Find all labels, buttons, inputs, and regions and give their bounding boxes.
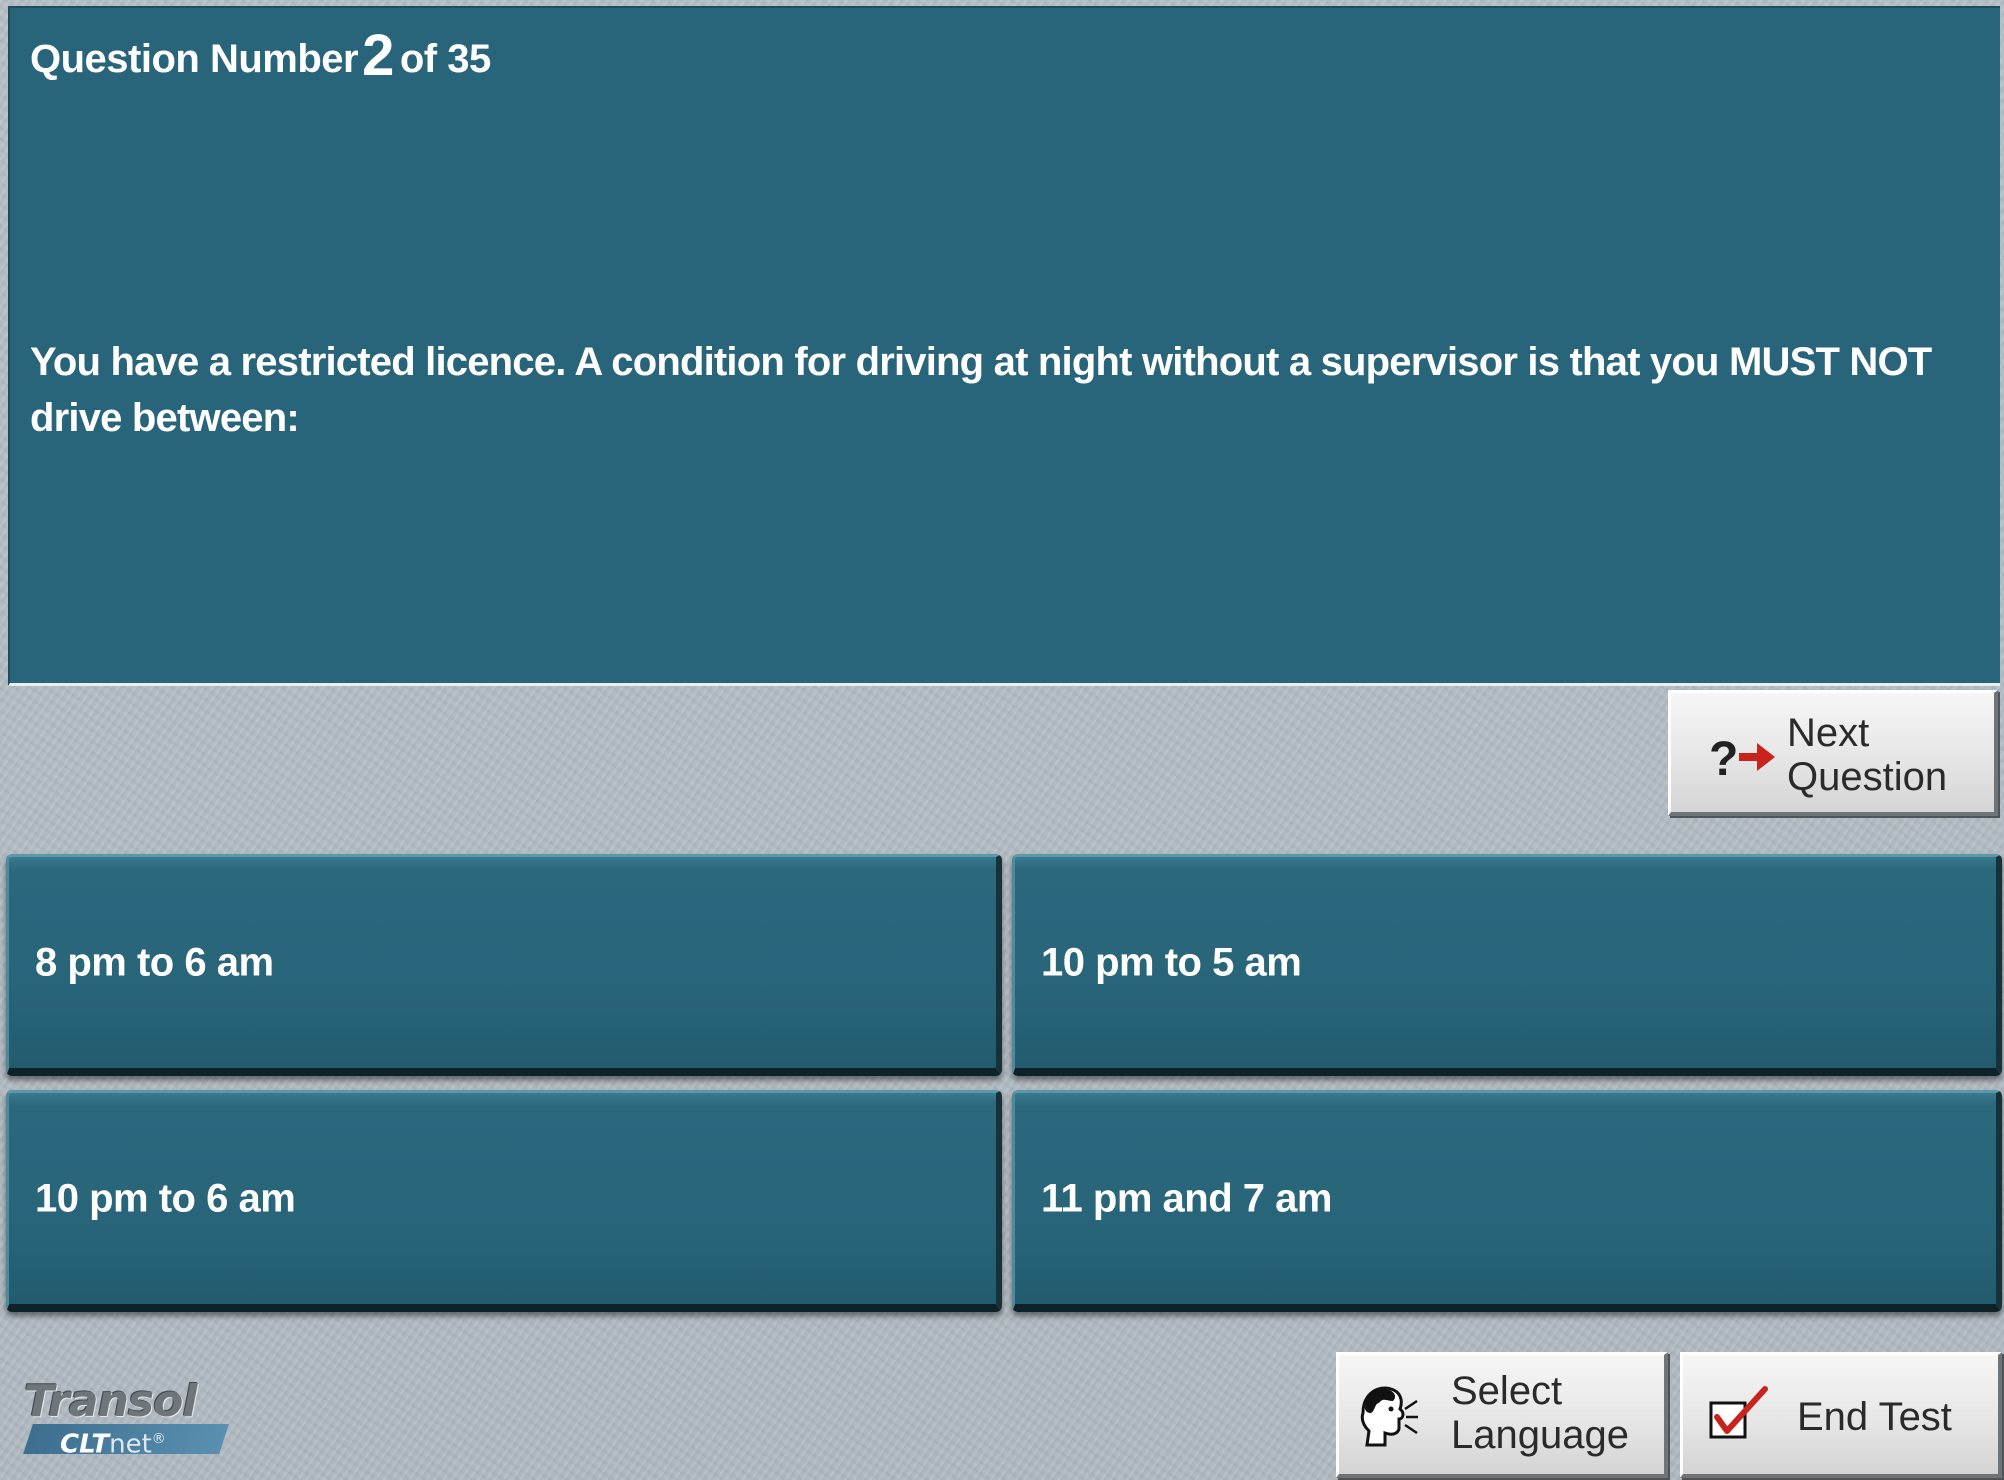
logo-sub-bold: CLT — [60, 1429, 110, 1460]
logo-sub-text: CLTnet® — [60, 1424, 166, 1460]
next-question-button[interactable]: ? Next Question — [1668, 690, 1998, 816]
svg-text:?: ? — [1709, 733, 1738, 783]
speaking-head-icon — [1360, 1386, 1418, 1447]
next-question-label-line1: Next — [1787, 711, 1870, 755]
logo-brand-text: Transol — [24, 1376, 197, 1427]
end-test-button[interactable]: End Test — [1680, 1352, 2002, 1478]
question-text: You have a restricted licence. A conditi… — [30, 340, 1932, 440]
answer-option-1[interactable]: 8 pm to 6 am — [6, 854, 1002, 1076]
question-counter-total: of 35 — [399, 37, 491, 81]
checkbox-tick-icon — [1709, 1386, 1768, 1439]
answer-option-1-label: 8 pm to 6 am — [35, 940, 274, 984]
logo-sub-rest: net — [109, 1429, 152, 1460]
answer-option-3[interactable]: 10 pm to 6 am — [6, 1090, 1002, 1312]
question-counter: Question Number2 of 35 — [30, 22, 491, 89]
select-language-label-line1: Select — [1451, 1369, 1563, 1413]
question-counter-prefix: Question Number — [30, 37, 359, 81]
next-question-label-line2: Question — [1787, 755, 1948, 799]
end-test-label: End Test — [1797, 1395, 1952, 1439]
logo-registered-mark: ® — [151, 1431, 166, 1447]
answer-option-2-label: 10 pm to 5 am — [1041, 940, 1302, 984]
select-language-label: Select Language — [1451, 1369, 1629, 1457]
next-question-label: Next Question — [1787, 711, 1947, 799]
answer-option-3-label: 10 pm to 6 am — [35, 1176, 296, 1220]
select-language-label-line2: Language — [1451, 1413, 1629, 1457]
app-background: Question Number2 of 35 You have a restric… — [0, 0, 2004, 1480]
answer-option-4-label: 11 pm and 7 am — [1041, 1176, 1332, 1220]
select-language-button[interactable]: Select Language — [1336, 1352, 1668, 1478]
question-panel: Question Number2 of 35 You have a restric… — [8, 6, 2000, 686]
answer-option-2[interactable]: 10 pm to 5 am — [1012, 854, 2002, 1076]
answer-option-4[interactable]: 11 pm and 7 am — [1012, 1090, 2002, 1312]
question-arrow-icon: ? — [1709, 733, 1775, 783]
question-current-number: 2 — [362, 23, 394, 88]
transol-cltnet-logo: Transol CLTnet® — [16, 1376, 229, 1460]
